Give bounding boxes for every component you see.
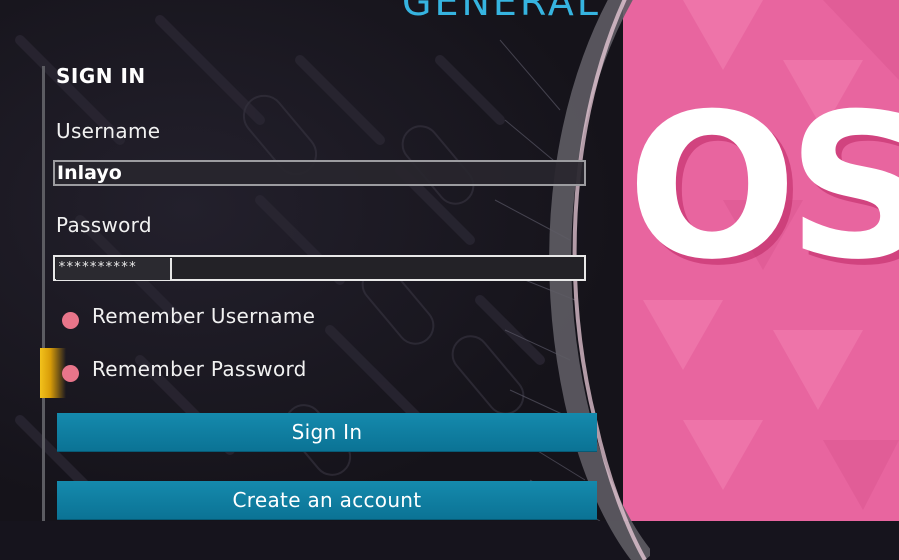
password-field[interactable]: ********** — [53, 255, 586, 281]
password-value: ********** — [56, 258, 172, 280]
signin-title: SIGN IN — [56, 64, 146, 88]
radio-dot-icon — [62, 312, 79, 329]
panel-border — [42, 66, 45, 521]
sign-in-button[interactable]: Sign In — [57, 413, 597, 452]
remember-password-label: Remember Password — [92, 357, 307, 381]
create-account-button[interactable]: Create an account — [57, 481, 597, 520]
section-title: GENERAL — [402, 0, 601, 24]
radio-dot-icon — [62, 365, 79, 382]
remember-username-label: Remember Username — [92, 304, 316, 328]
username-value: Inlayo — [57, 162, 122, 184]
brand-text: OS — [627, 71, 899, 304]
password-label: Password — [56, 213, 152, 237]
username-label: Username — [56, 119, 161, 143]
username-field[interactable]: Inlayo — [53, 160, 586, 186]
